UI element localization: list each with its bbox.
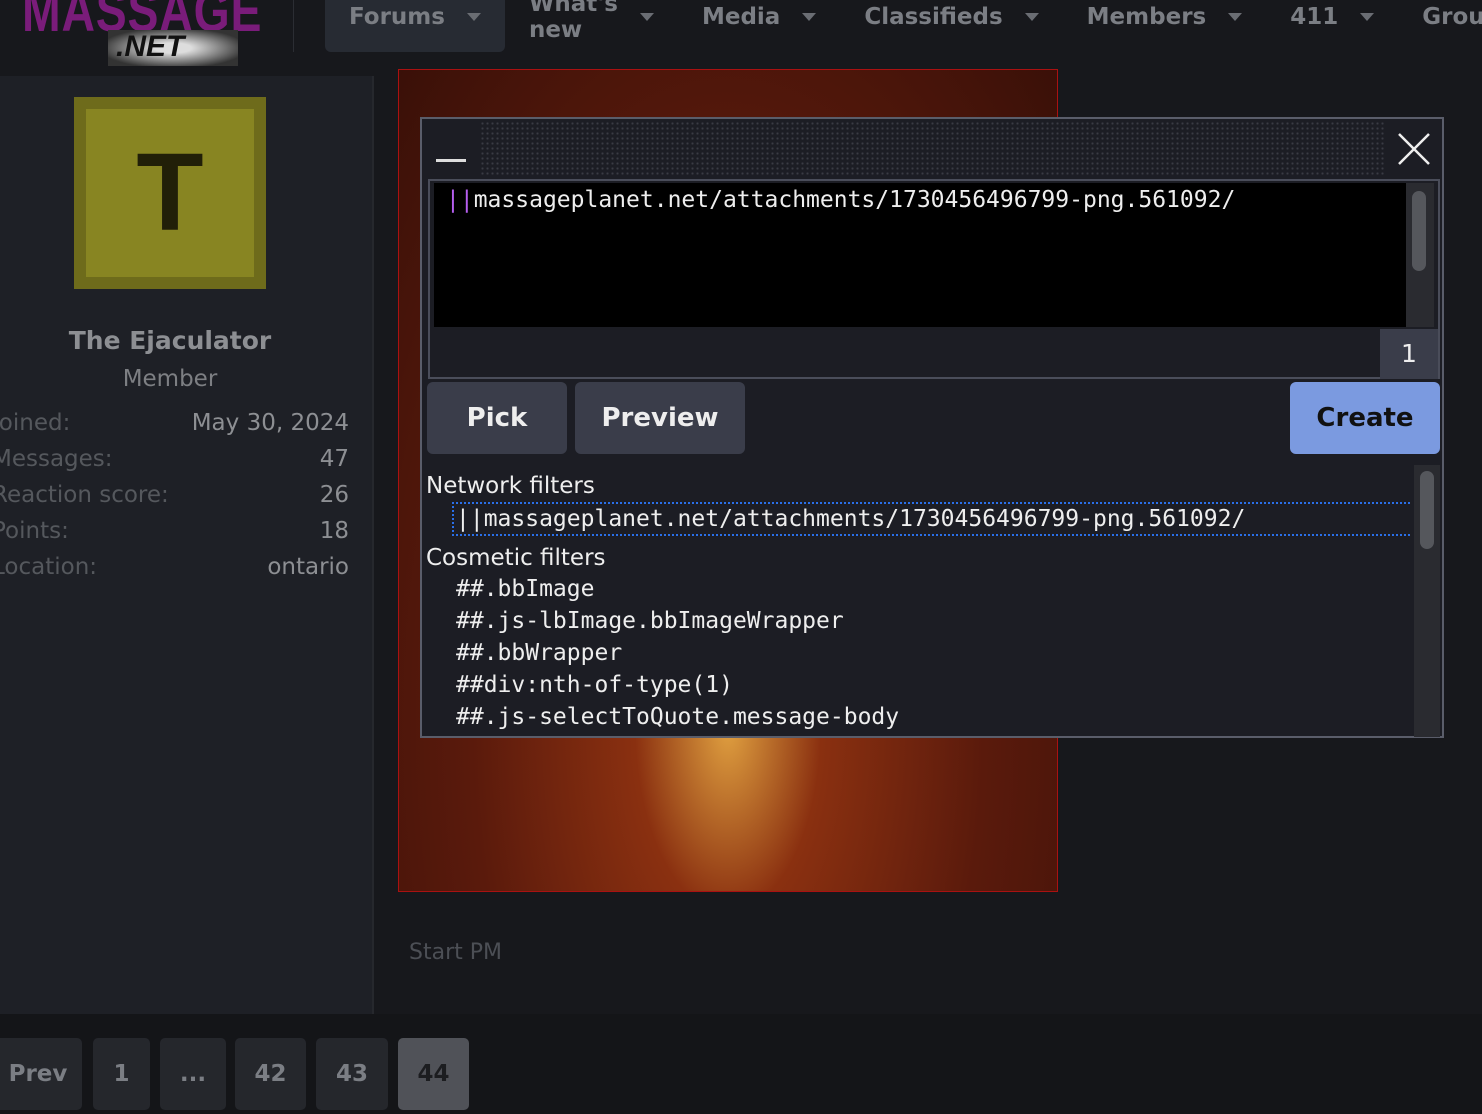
nav-item[interactable]: What's new — [505, 0, 678, 52]
nav-item[interactable]: Groups — [1398, 0, 1482, 52]
stat-label: Location: — [0, 554, 98, 580]
match-count: 1 — [1380, 329, 1438, 379]
stat-value: ontario — [267, 554, 349, 580]
nav-label: Forums — [349, 4, 445, 30]
page-button[interactable]: 42 — [235, 1038, 306, 1110]
stat-label: Reaction score: — [0, 482, 169, 508]
page-ellipsis-button[interactable]: ... — [160, 1038, 226, 1110]
stat-row: Reaction score: 26 — [0, 482, 349, 518]
close-icon[interactable] — [1396, 131, 1432, 167]
avatar[interactable]: T — [74, 97, 266, 289]
divider — [293, 0, 294, 52]
drag-handle[interactable] — [480, 121, 1385, 175]
network-filter-item[interactable]: ||massageplanet.net/attachments/17304564… — [452, 502, 1412, 536]
nav-label: 411 — [1290, 4, 1339, 30]
cosmetic-filter-item[interactable]: ##.js-selectToQuote.message-body — [426, 700, 1412, 732]
cosmetic-filter-item[interactable]: ##.js-lbImage.bbImageWrapper — [426, 604, 1412, 636]
nav-label: Classifieds — [864, 4, 1003, 30]
stat-row: Location: ontario — [0, 554, 349, 590]
nav-label: Media — [701, 4, 781, 30]
stat-label: Messages: — [0, 446, 113, 472]
filter-candidates: Network filters ||massageplanet.net/attac… — [426, 464, 1412, 736]
user-stats: Joined: May 30, 2024 Messages: 47 Reaction s… — [0, 410, 349, 590]
stat-value: May 30, 2024 — [191, 410, 349, 436]
cosmetic-filters-header: Cosmetic filters — [426, 545, 606, 571]
rule-text: massageplanet.net/attachments/1730456496… — [473, 187, 1236, 213]
cosmetic-filter-item[interactable]: ##.bbWrapper — [426, 636, 1412, 668]
stat-value: 18 — [319, 518, 349, 544]
filter-picker-dialog: ||massageplanet.net/attachments/17304564… — [420, 117, 1444, 738]
stat-value: 26 — [319, 482, 349, 508]
nav-label: What's new — [528, 0, 618, 43]
filters-scrollbar[interactable] — [1414, 465, 1440, 737]
caret-down-icon[interactable] — [1228, 13, 1243, 21]
stat-row: Joined: May 30, 2024 — [0, 410, 349, 446]
minimize-icon[interactable] — [436, 159, 466, 162]
caret-down-icon[interactable] — [1024, 13, 1039, 21]
nav-label: Groups — [1422, 4, 1482, 30]
dialog-header[interactable] — [422, 119, 1442, 179]
network-filters-header: Network filters — [426, 473, 595, 499]
nav-item[interactable]: Members — [1063, 0, 1267, 52]
username[interactable]: The Ejaculator — [0, 326, 340, 355]
main-nav: Forums What's new Media Classifieds Members 4… — [325, 0, 1482, 52]
create-button[interactable]: Create — [1290, 382, 1440, 454]
cosmetic-filter-item[interactable]: ##.bbImage — [426, 572, 1412, 604]
stat-label: Joined: — [0, 410, 71, 436]
nav-item[interactable]: Classifieds — [840, 0, 1062, 52]
top-bar: MASSAGE .NET Forums What's new Media Classi… — [0, 0, 1482, 76]
stat-row: Points: 18 — [0, 518, 349, 554]
rule-editor-container: ||massageplanet.net/attachments/17304564… — [428, 179, 1440, 379]
caret-down-icon[interactable] — [1360, 13, 1375, 21]
caret-down-icon[interactable] — [639, 13, 654, 21]
page-button[interactable]: 43 — [316, 1038, 388, 1110]
pagination: Prev 1 ... 42 43 44 — [0, 1014, 1482, 1114]
cosmetic-filter-item[interactable]: ##div:nth-of-type(1) — [426, 668, 1412, 700]
avatar-letter: T — [86, 109, 254, 277]
nav-item[interactable]: Forums — [325, 0, 505, 52]
user-role: Member — [122, 366, 218, 392]
member-sidebar: T The Ejaculator Member Joined: May 30, 2… — [0, 76, 374, 1014]
current-page-button[interactable]: 44 — [398, 1038, 469, 1110]
prev-page-button[interactable]: Prev — [0, 1038, 82, 1110]
stat-value: 47 — [319, 446, 349, 472]
caret-down-icon[interactable] — [466, 13, 481, 21]
site-logo[interactable]: MASSAGE .NET — [18, 0, 261, 68]
stat-label: Points: — [0, 518, 69, 544]
nav-label: Members — [1086, 4, 1207, 30]
preview-button[interactable]: Preview — [575, 382, 745, 454]
logo-text-bottom: .NET — [108, 30, 238, 66]
page-button[interactable]: 1 — [93, 1038, 150, 1110]
start-pm-link[interactable]: Start PM — [409, 940, 502, 965]
nav-item[interactable]: Media — [678, 0, 840, 52]
stat-row: Messages: 47 — [0, 446, 349, 482]
rule-prefix: || — [446, 187, 474, 213]
editor-scrollbar[interactable] — [1406, 183, 1434, 327]
caret-down-icon[interactable] — [802, 13, 817, 21]
pick-button[interactable]: Pick — [427, 382, 567, 454]
rule-editor[interactable]: ||massageplanet.net/attachments/17304564… — [434, 183, 1406, 327]
nav-item[interactable]: 411 — [1266, 0, 1398, 52]
